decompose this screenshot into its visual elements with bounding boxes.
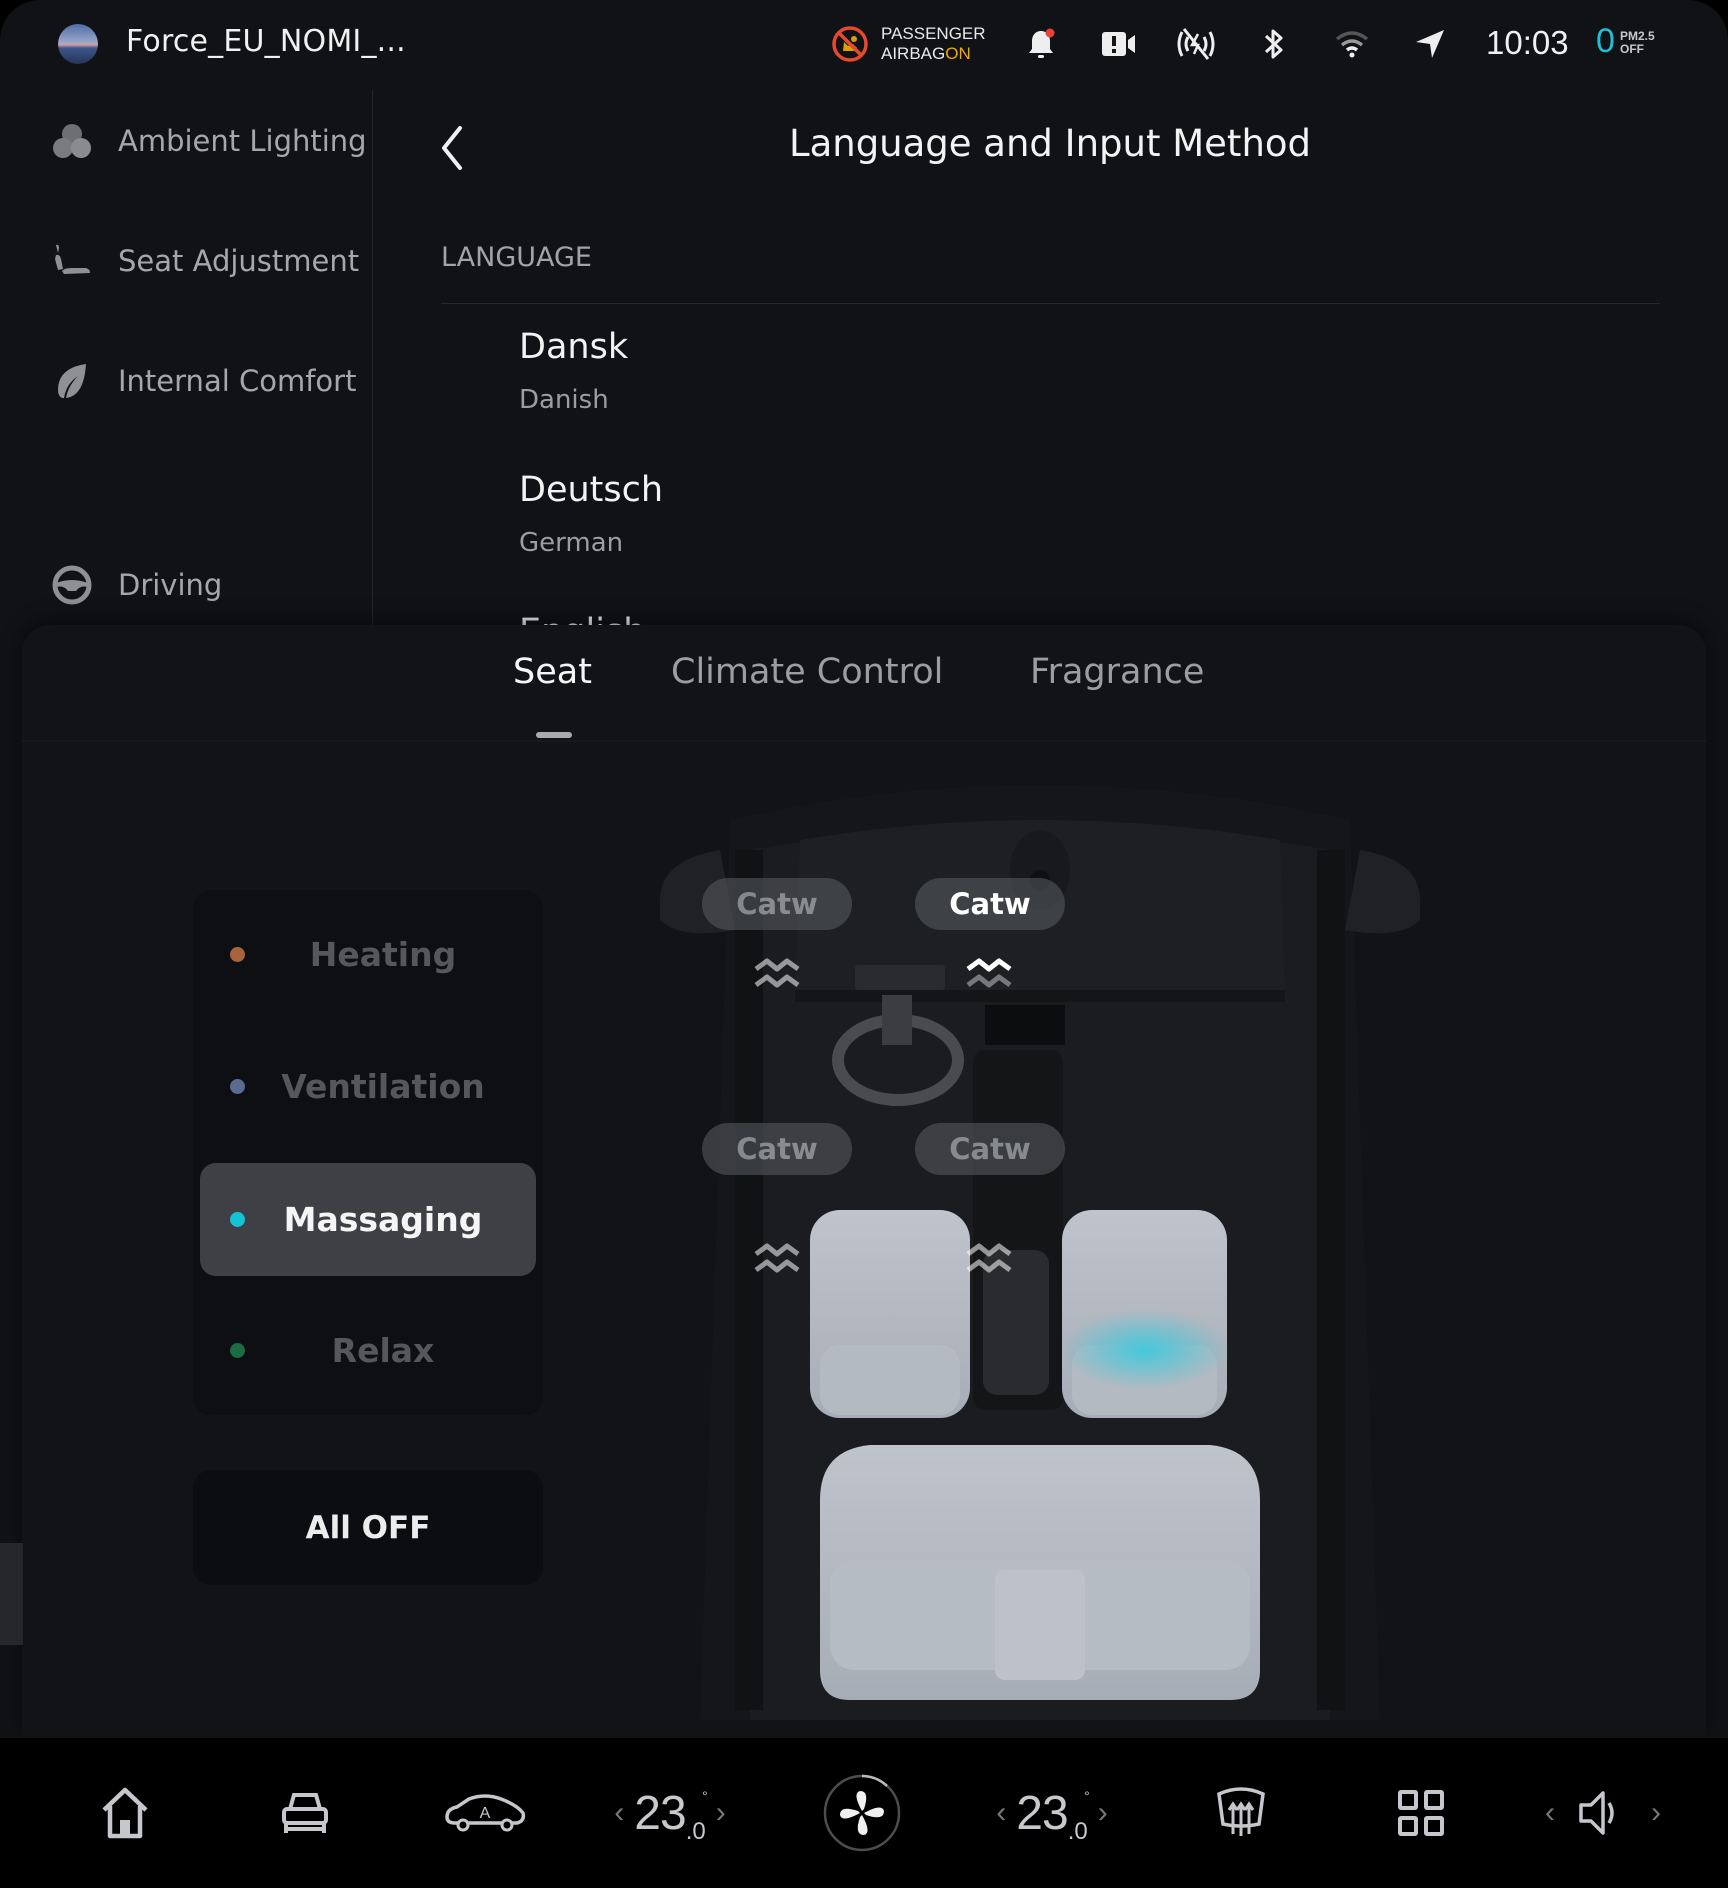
bluetooth-icon[interactable] bbox=[1252, 22, 1296, 66]
chevron-left-icon bbox=[442, 126, 462, 170]
no-signal-icon bbox=[1174, 22, 1218, 66]
sidebar-item-label: Seat Adjustment bbox=[118, 244, 360, 278]
section-label-language: LANGUAGE bbox=[441, 242, 592, 273]
driver-temp-increase[interactable]: › bbox=[706, 1796, 736, 1830]
mode-label: Relax bbox=[331, 1331, 435, 1370]
sidebar-item-label: Ambient Lighting bbox=[118, 124, 367, 158]
clock: 10:03 bbox=[1486, 24, 1569, 61]
mode-massaging[interactable]: Massaging bbox=[200, 1163, 536, 1276]
apps-button[interactable] bbox=[1393, 1773, 1449, 1853]
profile-avatar[interactable] bbox=[58, 24, 98, 64]
massage-icon-rear-left[interactable] bbox=[752, 1240, 802, 1280]
leaf-icon bbox=[40, 362, 104, 400]
sidebar-item-driving[interactable]: Driving bbox=[30, 550, 370, 620]
language-native-name: Deutsch bbox=[519, 470, 664, 510]
car-interior-top-view: Catw Catw Catw Catw bbox=[640, 760, 1440, 1720]
home-button[interactable] bbox=[95, 1773, 155, 1853]
language-english-name: Danish bbox=[519, 385, 609, 415]
sidebar-item-label: Driving bbox=[118, 568, 223, 602]
home-icon bbox=[102, 1787, 148, 1839]
seat-label-rear-right[interactable]: Catw bbox=[915, 1123, 1065, 1175]
passenger-temp-degree: ° bbox=[1084, 1787, 1090, 1804]
auto-car-icon: A bbox=[445, 1794, 526, 1832]
mode-label: Ventilation bbox=[281, 1067, 485, 1106]
pm25-value[interactable]: 0 bbox=[1596, 22, 1615, 61]
seat-icon bbox=[40, 241, 104, 281]
volume-icon bbox=[1579, 1791, 1614, 1835]
all-off-button[interactable]: All OFF bbox=[193, 1470, 543, 1585]
tab-climate-control[interactable]: Climate Control bbox=[671, 652, 943, 692]
mode-relax[interactable]: Relax bbox=[200, 1294, 536, 1407]
relax-indicator-dot bbox=[230, 1343, 245, 1358]
airbag-off-icon bbox=[828, 22, 872, 66]
massage-icon-rear-right[interactable] bbox=[964, 1240, 1014, 1280]
airbag-label-line2: AIRBAG bbox=[881, 44, 946, 63]
passenger-temperature-control[interactable]: ‹ 23.0 ° › bbox=[972, 1773, 1132, 1853]
section-divider bbox=[441, 303, 1660, 304]
steering-wheel-icon bbox=[40, 565, 104, 605]
apps-grid-icon bbox=[1398, 1790, 1444, 1836]
driver-temp-degree: ° bbox=[702, 1787, 708, 1804]
car-front-icon bbox=[282, 1793, 328, 1833]
pm25-label: PM2.5 OFF bbox=[1620, 30, 1655, 56]
language-english-name: German bbox=[519, 528, 624, 558]
driver-temperature-control[interactable]: ‹ 23.0 ° › bbox=[590, 1773, 750, 1853]
sheet-divider bbox=[22, 740, 1706, 742]
page-title: Language and Input Method bbox=[788, 122, 1312, 165]
volume-control[interactable]: ‹ › bbox=[1518, 1773, 1688, 1853]
side-drawer-handle[interactable] bbox=[0, 1543, 23, 1645]
passenger-temp-decrease[interactable]: ‹ bbox=[986, 1796, 1016, 1830]
navigation-icon bbox=[1408, 22, 1452, 66]
svg-text:A: A bbox=[480, 1805, 491, 1822]
seat-label-front-left[interactable]: Catw bbox=[702, 878, 852, 930]
sidebar-item-seat-adjustment[interactable]: Seat Adjustment bbox=[30, 226, 370, 296]
volume-increase[interactable]: › bbox=[1621, 1796, 1661, 1830]
language-native-name: Dansk bbox=[519, 327, 629, 367]
auto-mode-button[interactable]: A bbox=[440, 1773, 530, 1853]
ventilation-indicator-dot bbox=[230, 1079, 245, 1094]
driver-temp-value: 23 bbox=[634, 1786, 686, 1840]
ambient-lighting-icon bbox=[40, 122, 104, 160]
mode-heating[interactable]: Heating bbox=[200, 898, 536, 1011]
seat-label-rear-left[interactable]: Catw bbox=[702, 1123, 852, 1175]
fan-button[interactable] bbox=[822, 1773, 902, 1853]
profile-name[interactable]: Force_EU_NOMI_... bbox=[126, 24, 406, 59]
sidebar-divider bbox=[372, 90, 373, 625]
tab-fragrance[interactable]: Fragrance bbox=[1030, 652, 1204, 692]
seat-label-front-right[interactable]: Catw bbox=[915, 878, 1065, 930]
mode-label: Heating bbox=[309, 935, 457, 974]
wifi-icon[interactable] bbox=[1330, 22, 1374, 66]
passenger-temp-value: 23 bbox=[1016, 1786, 1068, 1840]
tab-active-indicator bbox=[536, 732, 572, 738]
screen: Force_EU_NOMI_... PASSENGER AIRBAGON 10:… bbox=[0, 0, 1728, 1738]
fan-icon bbox=[823, 1774, 901, 1852]
passenger-temp-increase[interactable]: › bbox=[1088, 1796, 1118, 1830]
heating-indicator-dot bbox=[230, 947, 245, 962]
notification-bell-icon[interactable] bbox=[1019, 22, 1063, 66]
mode-ventilation[interactable]: Ventilation bbox=[200, 1030, 536, 1143]
massaging-indicator-dot bbox=[230, 1212, 245, 1227]
rear-defrost-icon bbox=[1217, 1787, 1265, 1836]
pm25-state: OFF bbox=[1620, 42, 1644, 56]
massage-icon-front-left[interactable] bbox=[752, 955, 802, 995]
sidebar-item-ambient-lighting[interactable]: Ambient Lighting bbox=[30, 106, 370, 176]
volume-decrease[interactable]: ‹ bbox=[1545, 1796, 1577, 1830]
massage-icon-front-right[interactable] bbox=[964, 955, 1014, 995]
back-button[interactable] bbox=[430, 122, 474, 174]
airbag-state: ON bbox=[945, 44, 971, 63]
mode-label: Massaging bbox=[283, 1200, 483, 1239]
vehicle-button[interactable] bbox=[275, 1773, 335, 1853]
tab-seat[interactable]: Seat bbox=[513, 652, 592, 692]
driver-temp-decimal: .0 bbox=[685, 1817, 706, 1845]
sidebar-item-internal-comfort[interactable]: Internal Comfort bbox=[30, 346, 370, 416]
rear-defrost-button[interactable] bbox=[1213, 1773, 1269, 1853]
airbag-status: PASSENGER AIRBAGON bbox=[881, 24, 986, 64]
sidebar-item-label: Internal Comfort bbox=[118, 364, 357, 398]
camera-alert-icon bbox=[1097, 22, 1141, 66]
airbag-label-line1: PASSENGER bbox=[881, 24, 986, 43]
driver-temp-decrease[interactable]: ‹ bbox=[604, 1796, 634, 1830]
passenger-temp-decimal: .0 bbox=[1067, 1817, 1088, 1845]
